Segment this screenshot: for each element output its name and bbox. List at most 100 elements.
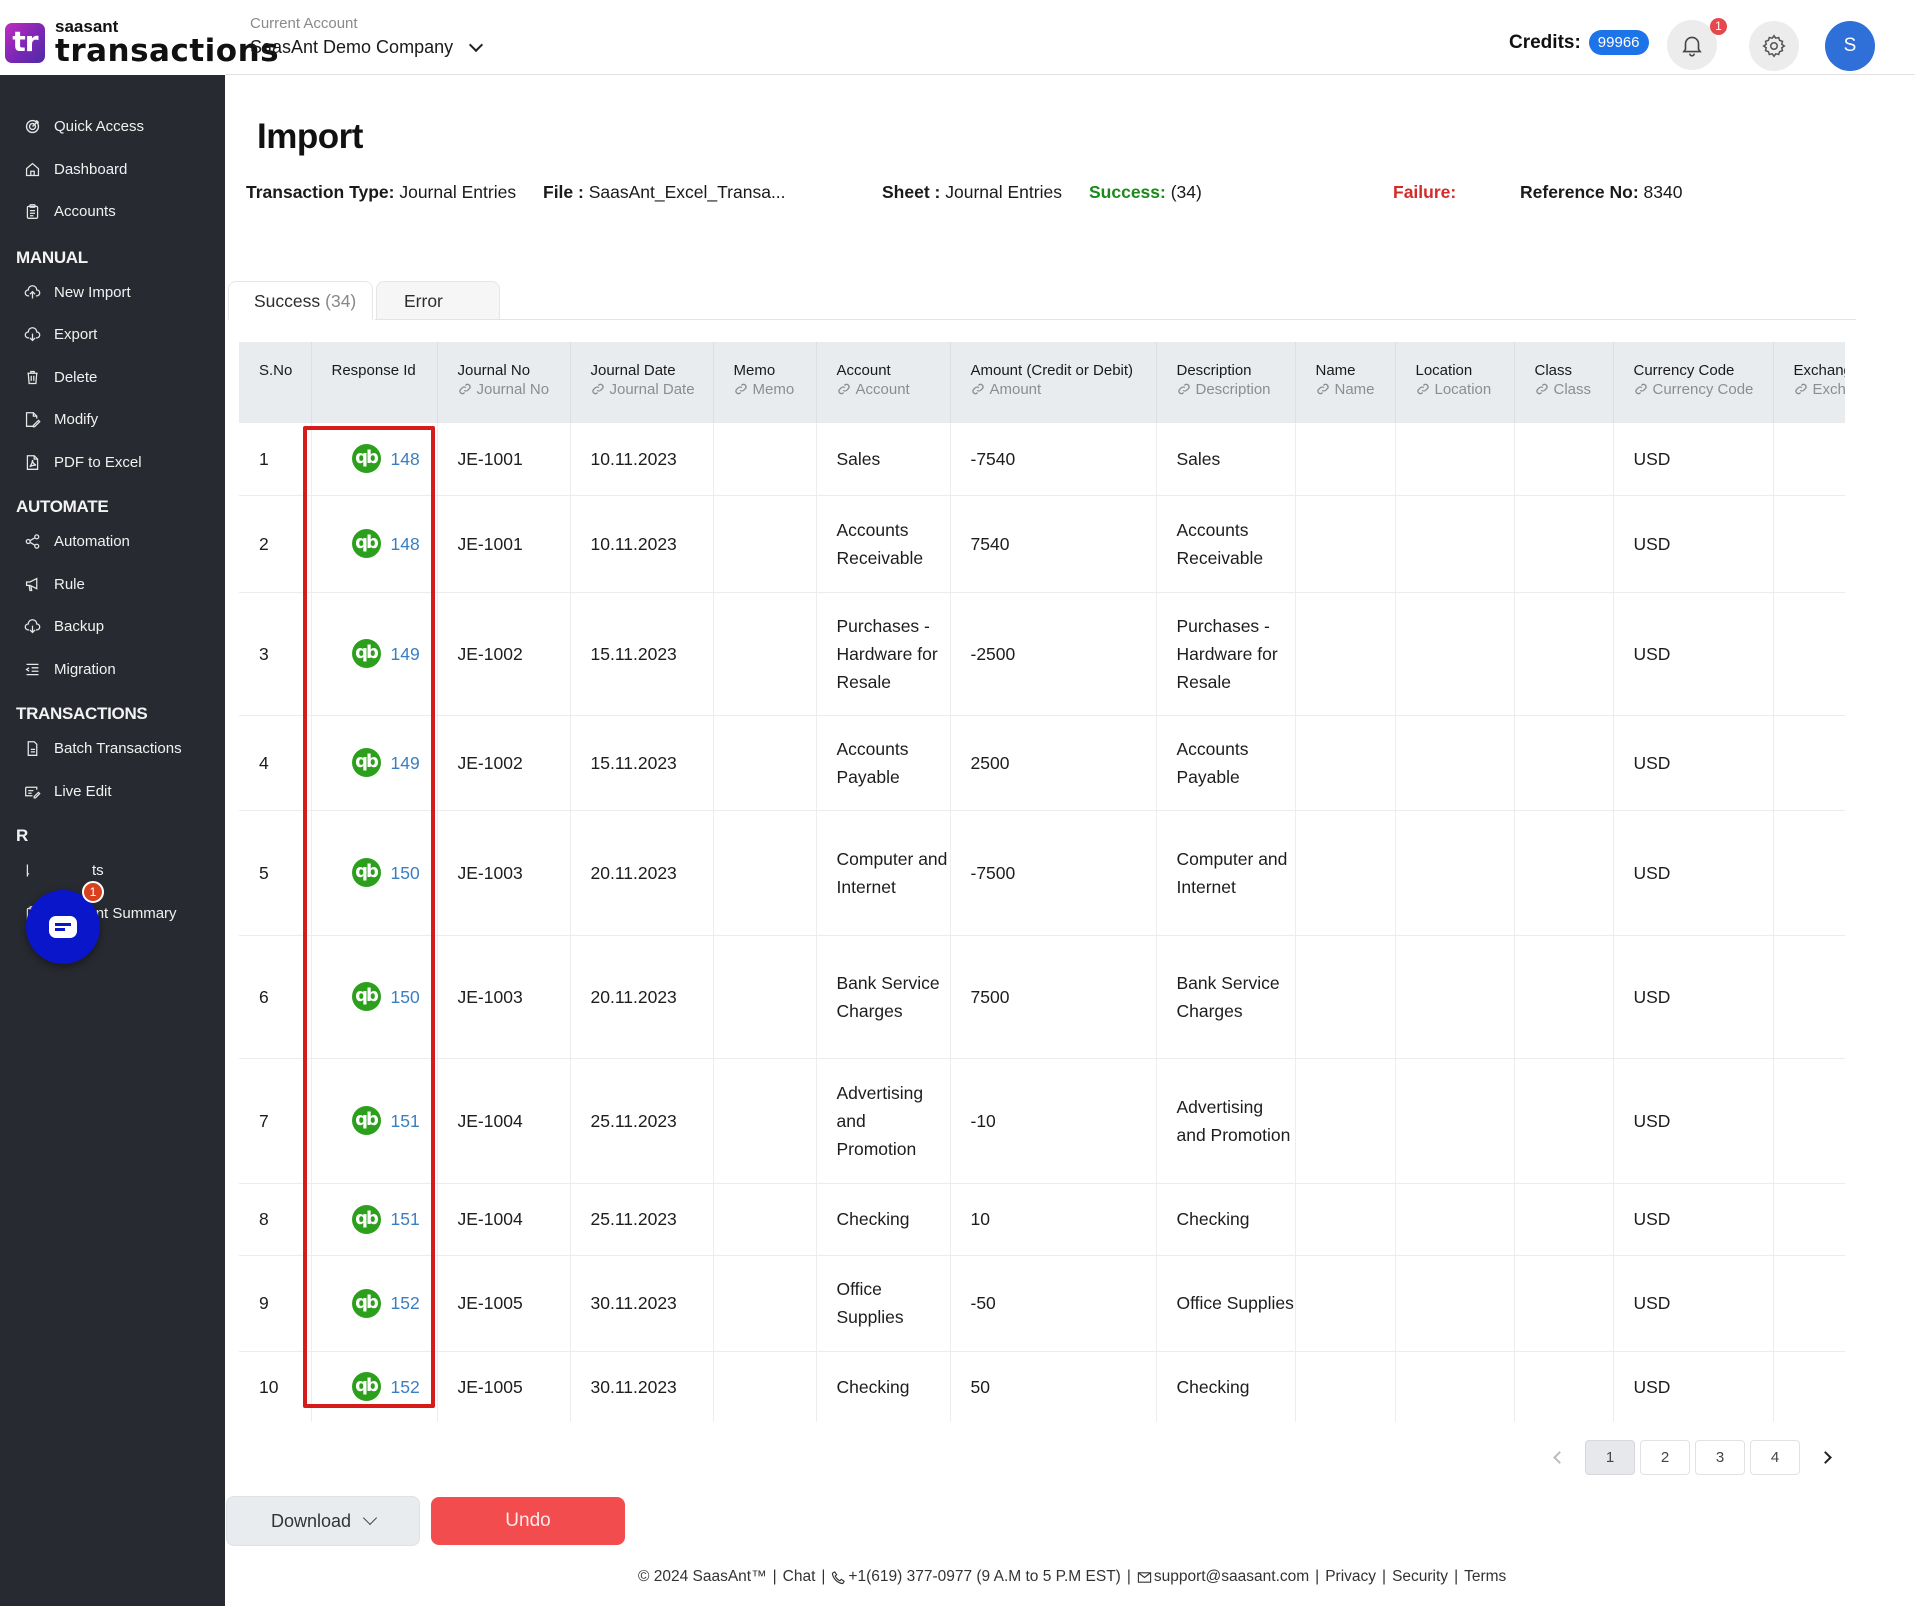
response-id[interactable]: 152 bbox=[391, 1289, 420, 1317]
sidebar-item-automation[interactable]: Automation bbox=[24, 533, 130, 550]
column-header[interactable]: Account Account bbox=[816, 342, 951, 423]
response-id-link[interactable]: qb 148 bbox=[344, 529, 437, 558]
response-id-link[interactable]: qb 152 bbox=[344, 1288, 437, 1318]
column-header[interactable]: Journal Date Journal Date bbox=[570, 342, 714, 423]
column-header[interactable]: Currency Code Currency Code bbox=[1613, 342, 1774, 423]
table-row[interactable]: 5 qb 150 JE-1003 20.11.2023 Computer and Inte… bbox=[239, 810, 1845, 936]
sidebar-item-dashboard[interactable]: Dashboard bbox=[24, 161, 127, 178]
sidebar-item-new-import[interactable]: New Import bbox=[24, 284, 131, 301]
sidebar-item-live-edit[interactable]: Live Edit bbox=[24, 783, 112, 800]
table-row[interactable]: 1 qb 148 JE-1001 10.11.2023 Sales -7540 Sales US… bbox=[239, 423, 1845, 496]
cell-amount: -50 bbox=[950, 1255, 1157, 1352]
cell-currency: USD bbox=[1613, 592, 1774, 716]
user-avatar[interactable]: S bbox=[1825, 21, 1875, 71]
response-id[interactable]: 151 bbox=[391, 1205, 420, 1233]
response-id[interactable]: 150 bbox=[391, 859, 420, 887]
response-id-link[interactable]: qb 149 bbox=[344, 639, 437, 668]
page-1-button[interactable]: 1 bbox=[1585, 1440, 1635, 1475]
table-row[interactable]: 8 qb 151 JE-1004 25.11.2023 Checking 10 Checkin… bbox=[239, 1183, 1845, 1256]
column-header[interactable]: Journal No Journal No bbox=[437, 342, 571, 423]
column-mapping-label: Description bbox=[1195, 381, 1271, 398]
table-row[interactable]: 4 qb 149 JE-1002 15.11.2023 Accounts Payable 2… bbox=[239, 715, 1845, 811]
cell-amount: 10 bbox=[950, 1183, 1157, 1256]
cell-journal-no: JE-1001 bbox=[437, 423, 571, 496]
sidebar-item-migration[interactable]: Migration bbox=[24, 661, 116, 678]
column-header[interactable]: Class Class bbox=[1514, 342, 1614, 423]
column-header[interactable]: Name Name bbox=[1295, 342, 1396, 423]
table-row[interactable]: 2 qb 148 JE-1001 10.11.2023 Accounts Receivab… bbox=[239, 495, 1845, 593]
column-mapping: Memo bbox=[734, 380, 816, 400]
table-row[interactable]: 9 qb 152 JE-1005 30.11.2023 Office Supplies -5… bbox=[239, 1255, 1845, 1352]
edit-lines-icon bbox=[25, 786, 41, 799]
cell-memo bbox=[713, 935, 817, 1059]
cell-currency: USD bbox=[1613, 1255, 1774, 1352]
response-id-link[interactable]: qb 152 bbox=[344, 1372, 437, 1401]
response-id[interactable]: 151 bbox=[391, 1107, 420, 1135]
column-header[interactable]: Location Location bbox=[1395, 342, 1515, 423]
footer-chat-link[interactable]: Chat bbox=[783, 1568, 816, 1586]
sidebar-item-label: PDF to Excel bbox=[54, 454, 142, 471]
app-logo[interactable]: tr saasant transactions bbox=[5, 18, 279, 67]
response-id-link[interactable]: qb 148 bbox=[344, 444, 437, 474]
response-id-link[interactable]: qb 151 bbox=[344, 1204, 437, 1234]
page-2-button[interactable]: 2 bbox=[1640, 1440, 1690, 1475]
pagination-next[interactable] bbox=[1814, 1447, 1836, 1469]
sidebar-item-modify[interactable]: Modify bbox=[24, 411, 98, 428]
footer-privacy-link[interactable]: Privacy bbox=[1325, 1568, 1376, 1586]
undo-button[interactable]: Undo bbox=[431, 1497, 625, 1545]
footer-email[interactable]: support@saasant.com bbox=[1154, 1568, 1309, 1586]
sidebar-item-batch-transactions[interactable]: Batch Transactions bbox=[24, 740, 182, 757]
chevron-down-icon[interactable] bbox=[469, 37, 484, 52]
response-id-link[interactable]: qb 150 bbox=[344, 982, 437, 1011]
column-header[interactable]: Memo Memo bbox=[713, 342, 817, 423]
pagination-prev[interactable] bbox=[1548, 1447, 1570, 1469]
sidebar-item-delete[interactable]: Delete bbox=[24, 369, 97, 386]
sidebar-item-quick-access[interactable]: Quick Access bbox=[24, 118, 144, 135]
cell-journal-date: 25.11.2023 bbox=[570, 1183, 714, 1256]
response-id[interactable]: 149 bbox=[391, 749, 420, 777]
cell-amount: 7500 bbox=[950, 935, 1157, 1059]
sidebar-item-label: Live Edit bbox=[54, 783, 112, 800]
footer-terms-link[interactable]: Terms bbox=[1464, 1568, 1506, 1586]
table-row[interactable]: 3 qb 149 JE-1002 15.11.2023 Purchases - Hardw… bbox=[239, 592, 1845, 716]
table-row[interactable]: 6 qb 150 JE-1003 20.11.2023 Bank Service Char… bbox=[239, 935, 1845, 1059]
cell-name bbox=[1295, 592, 1396, 716]
column-header[interactable]: Amount (Credit or Debit) Amount bbox=[950, 342, 1157, 423]
sidebar-item-reports[interactable]: ts bbox=[24, 862, 104, 879]
account-switcher[interactable]: Current Account SaasAnt Demo Company bbox=[250, 15, 484, 58]
results-table-container[interactable]: S.No Response Id Journal No Journal No Journ… bbox=[239, 342, 1845, 1422]
sidebar-item-export[interactable]: Export bbox=[24, 326, 97, 343]
tab-error[interactable]: Error bbox=[376, 281, 500, 320]
response-id-link[interactable]: qb 150 bbox=[344, 858, 437, 887]
response-id[interactable]: 148 bbox=[391, 445, 420, 473]
response-id[interactable]: 152 bbox=[391, 1373, 420, 1401]
cell-location bbox=[1395, 1058, 1515, 1184]
page-3-button[interactable]: 3 bbox=[1695, 1440, 1745, 1475]
download-button[interactable]: Download bbox=[226, 1496, 420, 1546]
response-id-link[interactable]: qb 151 bbox=[344, 1106, 437, 1135]
column-header[interactable]: Response Id bbox=[311, 342, 438, 423]
page-4-button[interactable]: 4 bbox=[1750, 1440, 1800, 1475]
cell-amount: 50 bbox=[950, 1351, 1157, 1422]
column-mapping-label: Exchange Rate bbox=[1812, 381, 1846, 398]
response-id[interactable]: 148 bbox=[391, 530, 420, 558]
cell-class bbox=[1514, 715, 1614, 811]
tab-success[interactable]: Success (34) bbox=[228, 281, 373, 320]
tab-label: Success bbox=[254, 290, 321, 311]
footer-phone[interactable]: +1(619) 377-0977 (9 A.M to 5 P.M EST) bbox=[848, 1568, 1120, 1586]
settings-button[interactable] bbox=[1749, 21, 1799, 71]
response-id-link[interactable]: qb 149 bbox=[344, 748, 437, 777]
response-id[interactable]: 149 bbox=[391, 640, 420, 668]
sidebar-item-backup[interactable]: Backup bbox=[24, 618, 104, 635]
sidebar-item-accounts[interactable]: Accounts bbox=[24, 203, 116, 220]
chevron-right-icon bbox=[1818, 1451, 1832, 1464]
column-header[interactable]: S.No bbox=[239, 342, 312, 423]
sidebar-item-rule[interactable]: Rule bbox=[24, 576, 85, 593]
table-row[interactable]: 7 qb 151 JE-1004 25.11.2023 Advertising and P… bbox=[239, 1058, 1845, 1184]
response-id[interactable]: 150 bbox=[391, 983, 420, 1011]
column-header[interactable]: Description Description bbox=[1156, 342, 1296, 423]
table-row[interactable]: 10 qb 152 JE-1005 30.11.2023 Checking 50 Checki… bbox=[239, 1351, 1845, 1422]
sidebar-item-pdf-to-excel[interactable]: PDF to Excel bbox=[24, 454, 142, 471]
footer-security-link[interactable]: Security bbox=[1392, 1568, 1448, 1586]
column-header[interactable]: Exchange Exchange Rate bbox=[1773, 342, 1845, 423]
